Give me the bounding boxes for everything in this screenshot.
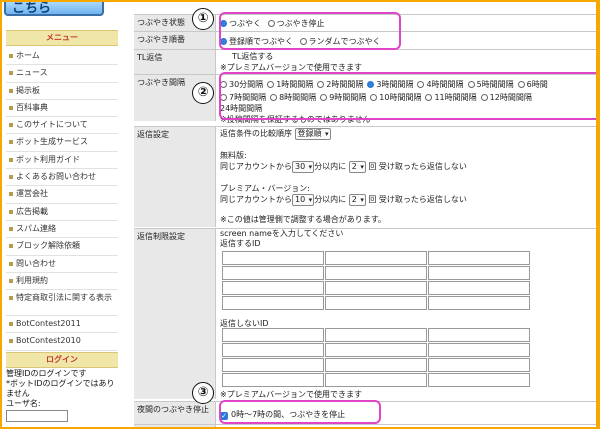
sidebar-item-spam[interactable]: スパム連絡 [6,221,118,239]
reply-order-label: 返信条件の比較順序 [220,129,292,138]
label-reply-settings: 返信設定 [134,127,216,227]
reply-id-label: 返信するID [220,239,261,248]
screen-name-input[interactable] [222,343,324,357]
screen-name-input[interactable] [325,266,427,280]
screen-name-input[interactable] [325,343,427,357]
sidebar-item-ads[interactable]: 広告掲載 [6,204,118,221]
row-reply-limit: 返信制限設定 screen nameを入力してください 返信するID 返信しない… [134,228,596,399]
free-minutes-select[interactable]: 30 [292,161,315,173]
logo-button[interactable]: こちら [4,2,104,16]
annotation-circle-3: ③ [192,382,214,404]
label-cut-off [134,425,216,427]
free-version-label: 無料版: [220,151,247,160]
label-tweet-order: つぶやき順番 [134,32,216,49]
sidebar-item-about[interactable]: このサイトについて [6,117,118,135]
sidebar-item-news[interactable]: ニュース [6,65,118,83]
prem-mid-text: 分以内に [314,195,347,204]
sidebar: こちら メニュー ホーム ニュース 掲示板 百科事典 このサイトについて ボット… [2,2,122,427]
sidebar-menu: ホーム ニュース 掲示板 百科事典 このサイトについて ボット生成サービス ボッ… [6,48,118,351]
prem-pre-text: 同じアカウントから [220,195,292,204]
screen-name-instruction: screen nameを入力してください [220,229,344,238]
sidebar-item-faq[interactable]: よくあるお問い合わせ [6,169,118,187]
label-night-stop: 夜間のつぶやき停止 [134,402,216,424]
sidebar-item-terms[interactable]: 利用規約 [6,273,118,291]
screen-name-input[interactable] [325,373,427,387]
sidebar-item-contest2010[interactable]: BotContest2010 [6,333,118,351]
sidebar-item-company[interactable]: 運営会社 [6,186,118,204]
free-post-text: 回 受け取ったら返信しない [368,162,467,171]
screen-name-input[interactable] [222,281,324,295]
reply-admin-note: ※この値は管理側で調整する場合があります。 [220,215,386,224]
screen-name-input[interactable] [428,296,530,310]
sidebar-item-contest2011[interactable]: BotContest2011 [6,316,118,334]
screen-name-input[interactable] [428,328,530,342]
screen-name-input[interactable] [428,281,530,295]
reply-limit-premium-note: ※プレミアムバージョンで使用できます [220,390,362,399]
annotation-circle-2: ② [192,82,214,104]
login-note-2: *ボットIDのログインではありません [6,379,115,398]
screen-name-input[interactable] [222,296,324,310]
select-value: 30 [295,162,306,171]
free-pre-text: 同じアカウントから [220,162,292,171]
sidebar-item-commerce-law[interactable]: 特定商取引法に関する表示 [6,290,118,317]
highlight-box-3 [219,400,381,424]
screen-name-input[interactable] [428,358,530,372]
username-label: ユーザ名: [6,399,41,408]
screen-name-input[interactable] [325,358,427,372]
username-input[interactable] [6,410,68,422]
login-title: ログイン [6,352,118,368]
sidebar-item-contact[interactable]: 問い合わせ [6,256,118,273]
highlight-box-2 [219,72,596,120]
sidebar-item-bot-guide[interactable]: ボット利用ガイド [6,152,118,170]
sidebar-item-bot-service[interactable]: ボット生成サービス [6,134,118,152]
screen-name-input[interactable] [325,281,427,295]
annotation-circle-1: ① [192,8,214,30]
page-frame: こちら メニュー ホーム ニュース 掲示板 百科事典 このサイトについて ボット… [2,2,596,427]
screen-name-input[interactable] [325,296,427,310]
prem-count-select[interactable]: 2 [348,194,366,206]
prem-post-text: 回 受け取ったら返信しない [368,195,467,204]
login-panel: 管理IDのログインです *ボットIDのログインではありません ユーザ名: [6,369,118,422]
select-value: 2 [351,195,357,204]
prem-minutes-select[interactable]: 10 [292,194,315,206]
screen-name-input[interactable] [428,343,530,357]
screen-name-input[interactable] [325,251,427,265]
checkbox-tl-reply[interactable]: TL返信する [220,51,596,62]
menu-title: メニュー [6,30,118,46]
label-tl-reply: TL返信 [134,50,216,74]
row-cut-off [134,424,596,427]
screen-name-input[interactable] [222,266,324,280]
login-note-1: 管理IDのログインです [6,369,87,378]
screen-name-input[interactable] [222,373,324,387]
screen-name-input[interactable] [325,328,427,342]
sidebar-item-unblock[interactable]: ブロック解除依頼 [6,238,118,256]
checkbox-label: TL返信する [232,52,274,61]
row-tl-reply: TL返信 TL返信する ※プレミアムバージョンで使用できます [134,49,596,74]
screen-name-input[interactable] [428,251,530,265]
sidebar-item-board[interactable]: 掲示板 [6,83,118,100]
settings-table: つぶやき状態 つぶやく つぶやき停止 つぶやき順番 登録順でつぶやく ランダムで… [134,2,596,427]
screen-name-input[interactable] [428,266,530,280]
highlight-box-1 [219,12,401,50]
premium-version-label: プレミアム・バージョン: [220,184,310,193]
sidebar-item-encyclopedia[interactable]: 百科事典 [6,100,118,118]
screen-name-input[interactable] [428,373,530,387]
label-reply-limit: 返信制限設定 [134,229,216,399]
select-value: 10 [295,195,306,204]
free-mid-text: 分以内に [314,162,347,171]
screen-name-input[interactable] [222,358,324,372]
free-count-select[interactable]: 2 [348,161,366,173]
select-value: 登録順 [297,129,322,138]
sidebar-item-home[interactable]: ホーム [6,48,118,66]
screen-name-input[interactable] [222,251,324,265]
screen-name-input[interactable] [222,328,324,342]
reply-order-select[interactable]: 登録順 [294,128,331,140]
select-value: 2 [351,162,357,171]
row-reply-settings: 返信設定 返信条件の比較順序 登録順 無料版: 同じアカウントから30分以内に … [134,126,596,227]
